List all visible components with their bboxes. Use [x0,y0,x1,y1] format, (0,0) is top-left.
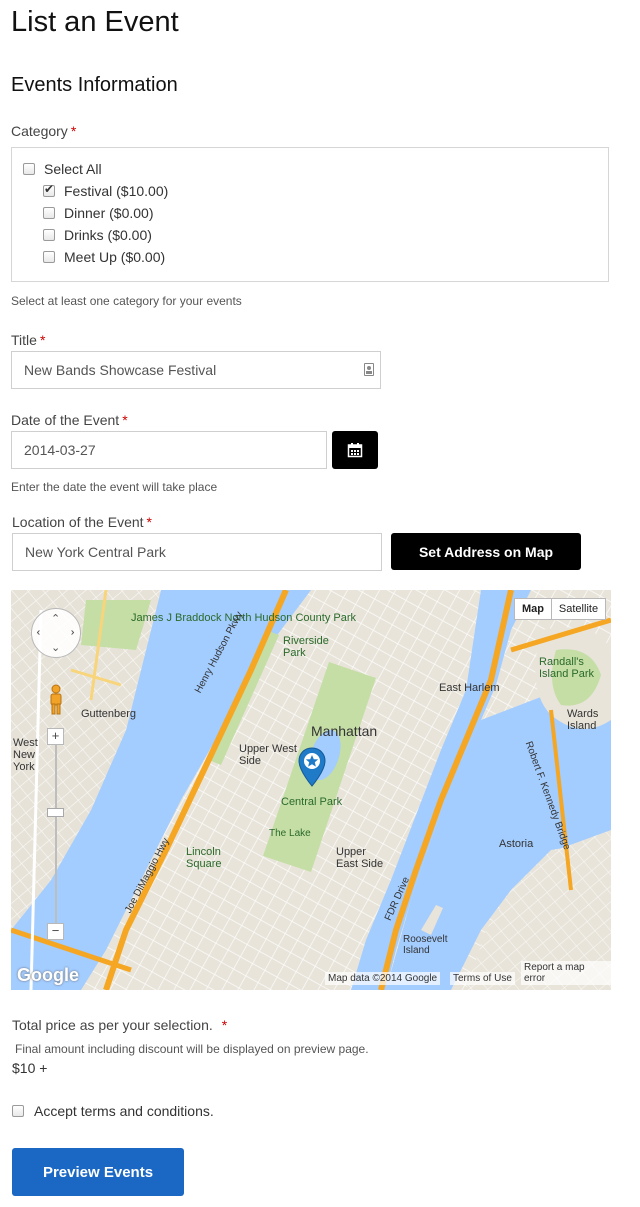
calendar-icon [347,443,363,458]
category-option-drinks[interactable]: Drinks ($0.00) [43,227,152,243]
checkbox-icon[interactable] [43,207,55,219]
map-label-lincoln-square: Lincoln Square [186,846,222,870]
map-type-map-button[interactable]: Map [514,598,552,620]
page-title: List an Event [11,6,179,38]
pan-down-icon[interactable]: ⌃ [51,640,60,653]
total-value: $10 + [12,1060,48,1076]
pegman-icon[interactable] [47,684,65,716]
map-label-roosevelt-island: Roosevelt Island [403,934,448,956]
category-option-meetup[interactable]: Meet Up ($0.00) [43,249,165,265]
map-label-central-park: Central Park [281,796,343,808]
category-option-festival[interactable]: Festival ($10.00) [43,182,168,199]
map-label-upper-east-side: Upper East Side [336,846,384,870]
pan-left-icon[interactable]: ⌃ [35,628,48,637]
category-label: Category * [11,123,77,139]
required-mark: * [146,514,152,530]
checkbox-icon[interactable] [43,229,55,241]
location-label: Location of the Event * [12,514,152,530]
map-type-satellite-button[interactable]: Satellite [551,598,606,620]
accept-terms-checkbox[interactable]: Accept terms and conditions. [12,1103,214,1119]
terms-of-use-link[interactable]: Terms of Use [450,972,515,985]
required-mark: * [122,412,128,428]
map-label-upper-west-side: Upper West Side [239,743,297,767]
zoom-out-button[interactable]: − [47,923,64,940]
title-input[interactable]: New Bands Showcase Festival [11,351,381,389]
category-option-dinner[interactable]: Dinner ($0.00) [43,205,154,221]
select-all-checkbox[interactable]: Select All [23,161,102,177]
calendar-button[interactable] [332,431,378,469]
total-note: Final amount including discount will be … [15,1042,369,1056]
total-label: Total price as per your selection. * [12,1017,228,1033]
map-label-randalls-island: Randall's Island Park [539,656,595,680]
required-mark: * [39,332,46,348]
google-logo: Google [17,965,79,985]
category-box: Select All Festival ($10.00) Dinner ($0.… [11,147,609,282]
date-label: Date of the Event * [11,412,128,428]
title-label: Title * [11,332,46,348]
zoom-slider-track[interactable] [55,735,57,933]
map-data-text: Map data ©2014 Google [325,972,441,985]
contact-card-icon [364,363,374,376]
map[interactable]: James J Braddock North Hudson County Par… [11,590,611,990]
checkbox-icon[interactable] [12,1105,24,1117]
required-mark: * [70,123,77,139]
checkbox-icon[interactable] [23,163,35,175]
map-label-astoria: Astoria [499,838,534,850]
location-input[interactable]: New York Central Park [12,533,382,571]
map-label-guttenberg: Guttenberg [81,708,137,720]
map-label-the-lake: The Lake [269,828,311,839]
category-hint: Select at least one category for your ev… [11,294,242,308]
required-mark: * [221,1017,228,1033]
map-label-wards-island: Wards Island [567,708,599,732]
checkbox-checked-icon[interactable] [43,182,55,197]
report-map-error-link[interactable]: Report a map error [521,961,611,985]
checkbox-icon[interactable] [43,251,55,263]
section-title: Events Information [11,74,178,96]
pan-up-icon[interactable]: ⌃ [51,612,60,625]
zoom-slider-handle[interactable] [47,808,64,817]
set-address-button[interactable]: Set Address on Map [391,533,581,570]
map-label-manhattan: Manhattan [311,723,378,739]
location-marker-icon[interactable] [298,747,326,787]
map-label-riverside-park: Riverside Park [283,635,329,659]
pan-control[interactable]: ⌃ ⌃ ⌃ ⌃ [31,608,81,658]
preview-events-button[interactable]: Preview Events [12,1148,184,1196]
zoom-in-button[interactable]: + [47,728,64,745]
map-label-east-harlem: East Harlem [439,682,500,694]
date-input[interactable]: 2014-03-27 [11,431,327,469]
pan-right-icon[interactable]: ⌃ [63,628,76,637]
date-hint: Enter the date the event will take place [11,480,218,494]
